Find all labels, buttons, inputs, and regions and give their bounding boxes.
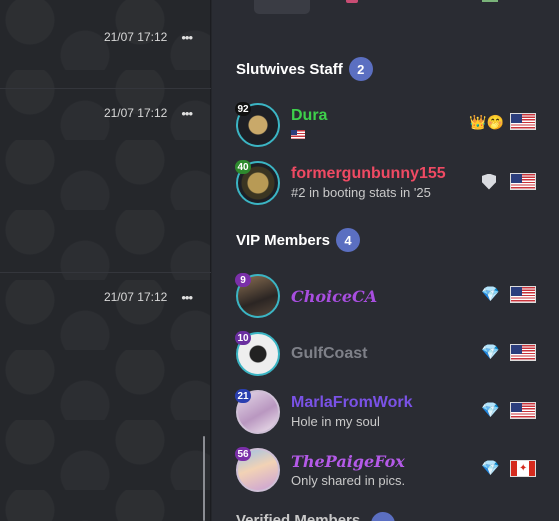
us-flag-icon <box>510 173 536 190</box>
username[interactable]: ThePaigeFox <box>291 452 405 471</box>
section-staff-header: Slutwives Staff 2 <box>236 57 373 81</box>
member-info: Dura <box>291 107 327 144</box>
member-info: ThePaigeFox Only shared in pics. <box>291 452 405 488</box>
tab-icon[interactable] <box>346 0 358 3</box>
us-flag-icon <box>510 402 536 419</box>
member-row[interactable]: 40 formergunbunny155 #2 in booting stats… <box>235 160 536 209</box>
chat-scrollbar[interactable] <box>203 436 205 521</box>
username[interactable]: ChoiceCA <box>291 287 377 306</box>
username[interactable]: GulfCoast <box>291 345 367 363</box>
member-count-badge: 2 <box>348 57 373 81</box>
member-row[interactable]: 21 MarlaFromWork Hole in my soul 💎 <box>235 389 536 438</box>
chat-area: 21/07 17:12 ••• 21/07 17:12 ••• 21/07 17… <box>0 0 211 521</box>
section-verified-header: Verified Members <box>236 512 361 521</box>
level-badge: 92 <box>235 102 251 116</box>
member-info: GulfCoast <box>291 345 367 363</box>
member-info: ChoiceCA <box>291 287 377 306</box>
message-options-icon[interactable]: ••• <box>181 107 193 120</box>
message-meta: 21/07 17:12 ••• <box>103 30 193 44</box>
diamond-icon: 💎 <box>481 460 500 477</box>
username[interactable]: MarlaFromWork <box>291 394 413 412</box>
member-badges <box>482 173 536 190</box>
tab-active[interactable] <box>254 0 310 14</box>
tab-icon[interactable] <box>482 0 498 2</box>
shield-icon <box>482 173 496 190</box>
message-meta: 21/07 17:12 ••• <box>103 106 193 120</box>
member-row[interactable]: 9 ChoiceCA 💎 <box>235 273 536 322</box>
member-count-badge <box>371 512 395 521</box>
diamond-icon: 💎 <box>481 402 500 419</box>
crown-emoji-icon: 👑🤭 <box>469 113 504 130</box>
member-info: MarlaFromWork Hole in my soul <box>291 394 413 429</box>
member-status: #2 in booting stats in '25 <box>291 185 431 200</box>
username[interactable]: Dura <box>291 107 327 125</box>
panel-tabs <box>212 0 559 16</box>
level-badge: 10 <box>235 331 251 345</box>
level-badge: 40 <box>235 160 251 174</box>
member-count-badge: 4 <box>335 228 360 252</box>
members-panel: Slutwives Staff 2 92 Dura 👑🤭 40 formergu… <box>212 0 559 521</box>
level-badge: 56 <box>235 447 251 461</box>
member-status: Hole in my soul <box>291 414 380 429</box>
member-status: Only shared in pics. <box>291 473 406 488</box>
message-meta: 21/07 17:12 ••• <box>103 290 193 304</box>
member-badges: 👑🤭 <box>469 113 536 130</box>
message-timestamp: 21/07 17:12 <box>103 290 168 304</box>
member-row[interactable]: 92 Dura 👑🤭 <box>235 102 536 151</box>
us-flag-icon <box>510 113 536 130</box>
message-divider <box>0 272 211 273</box>
username[interactable]: formergunbunny155 <box>291 165 446 183</box>
section-title: Slutwives Staff <box>236 60 343 78</box>
us-flag-icon <box>291 130 305 139</box>
member-badges: 💎 <box>481 286 536 303</box>
us-flag-icon <box>510 344 536 361</box>
section-title: VIP Members <box>236 231 330 249</box>
member-info: formergunbunny155 #2 in booting stats in… <box>291 165 446 200</box>
member-badges: 💎 <box>481 460 536 477</box>
message-options-icon[interactable]: ••• <box>181 291 193 304</box>
section-vip-header: VIP Members 4 <box>236 228 360 252</box>
message-divider <box>0 88 211 89</box>
member-badges: 💎 <box>481 344 536 361</box>
member-row[interactable]: 56 ThePaigeFox Only shared in pics. 💎 <box>235 447 536 496</box>
level-badge: 9 <box>235 273 251 287</box>
message-options-icon[interactable]: ••• <box>181 31 193 44</box>
ca-flag-icon <box>510 460 536 477</box>
diamond-icon: 💎 <box>481 286 500 303</box>
level-badge: 21 <box>235 389 251 403</box>
us-flag-icon <box>510 286 536 303</box>
member-badges: 💎 <box>481 402 536 419</box>
diamond-icon: 💎 <box>481 344 500 361</box>
message-timestamp: 21/07 17:12 <box>103 106 168 120</box>
message-timestamp: 21/07 17:12 <box>103 30 168 44</box>
member-row[interactable]: 10 GulfCoast 💎 <box>235 331 536 380</box>
